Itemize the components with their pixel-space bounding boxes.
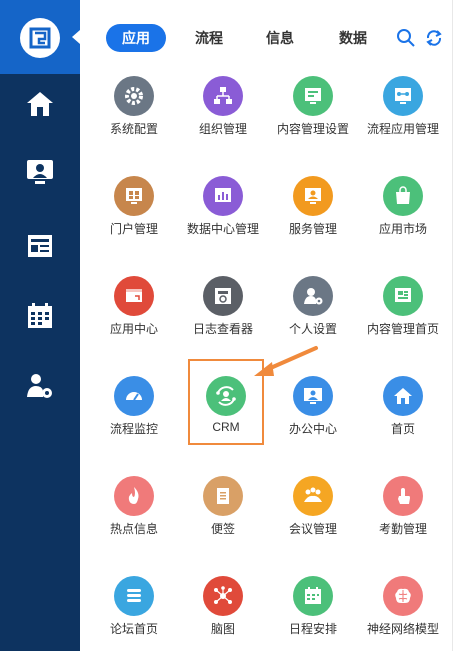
finger-tap-icon	[383, 476, 423, 516]
app-notes[interactable]: 便签	[178, 476, 268, 546]
note-icon	[203, 476, 243, 516]
app-system-config[interactable]: 系统配置	[89, 76, 179, 146]
app-application-center[interactable]: 应用中心	[89, 276, 179, 346]
tab-process[interactable]: 流程	[184, 24, 234, 52]
app-log-viewer[interactable]: 日志查看器	[178, 276, 268, 346]
app-data-center[interactable]: 数据中心管理	[178, 176, 268, 246]
gear-icon	[114, 76, 154, 116]
news-icon	[28, 235, 52, 257]
app-service-management[interactable]: 服务管理	[268, 176, 358, 246]
app-portal-management[interactable]: 门户管理	[89, 176, 179, 246]
sidebar-item-home[interactable]	[22, 86, 58, 122]
home-icon	[383, 376, 423, 416]
sidebar-item-news[interactable]	[22, 228, 58, 264]
mind-map-icon	[203, 576, 243, 616]
content-icon	[293, 76, 333, 116]
sidebar-logo-item[interactable]	[0, 0, 80, 74]
app-content-home[interactable]: 内容管理首页	[358, 276, 448, 346]
sidebar-item-user-settings[interactable]	[22, 368, 58, 404]
app-mind-map[interactable]: 脑图	[178, 576, 268, 646]
org-chart-icon	[203, 76, 243, 116]
logo-icon	[20, 18, 60, 58]
tab-apps[interactable]: 应用	[106, 24, 166, 52]
refresh-icon[interactable]	[424, 28, 444, 48]
flame-icon	[114, 476, 154, 516]
home-icon	[27, 92, 53, 116]
user-gear-icon	[293, 276, 333, 316]
search-icon[interactable]	[396, 28, 416, 48]
speedometer-icon	[114, 376, 154, 416]
top-tab-bar: 应用 流程 信息 数据	[80, 0, 460, 74]
pointer-arrow-icon	[254, 346, 318, 376]
sidebar-item-monitor[interactable]	[22, 154, 58, 190]
flow-icon	[383, 76, 423, 116]
app-personal-settings[interactable]: 个人设置	[268, 276, 358, 346]
sidebar-item-calendar[interactable]	[22, 298, 58, 334]
calendar-icon	[28, 303, 52, 328]
brain-icon	[383, 576, 423, 616]
app-attendance[interactable]: 考勤管理	[358, 476, 448, 546]
app-office-center[interactable]: 办公中心	[268, 376, 358, 446]
tab-data[interactable]: 数据	[328, 24, 378, 52]
log-icon	[203, 276, 243, 316]
app-neural-network[interactable]: 神经网络模型	[358, 576, 448, 646]
shopping-bag-icon	[383, 176, 423, 216]
app-forum[interactable]: 论坛首页	[89, 576, 179, 646]
content-home-icon	[383, 276, 423, 316]
app-process-management[interactable]: 流程应用管理	[358, 76, 448, 146]
meeting-icon	[293, 476, 333, 516]
active-indicator	[72, 30, 80, 44]
tab-info[interactable]: 信息	[255, 24, 305, 52]
app-hot-info[interactable]: 热点信息	[89, 476, 179, 546]
user-gear-icon	[27, 374, 52, 398]
app-schedule[interactable]: 日程安排	[268, 576, 358, 646]
app-home[interactable]: 首页	[358, 376, 448, 446]
sidebar	[0, 0, 80, 651]
forum-icon	[114, 576, 154, 616]
app-meeting-management[interactable]: 会议管理	[268, 476, 358, 546]
app-process-monitor[interactable]: 流程监控	[89, 376, 179, 446]
app-content-settings[interactable]: 内容管理设置	[268, 76, 358, 146]
bar-chart-icon	[203, 176, 243, 216]
app-org-management[interactable]: 组织管理	[178, 76, 268, 146]
calendar-icon	[293, 576, 333, 616]
service-icon	[293, 176, 333, 216]
monitor-user-icon	[293, 376, 333, 416]
monitor-user-icon	[27, 160, 53, 184]
app-window-icon	[114, 276, 154, 316]
app-market[interactable]: 应用市场	[358, 176, 448, 246]
portal-icon	[114, 176, 154, 216]
